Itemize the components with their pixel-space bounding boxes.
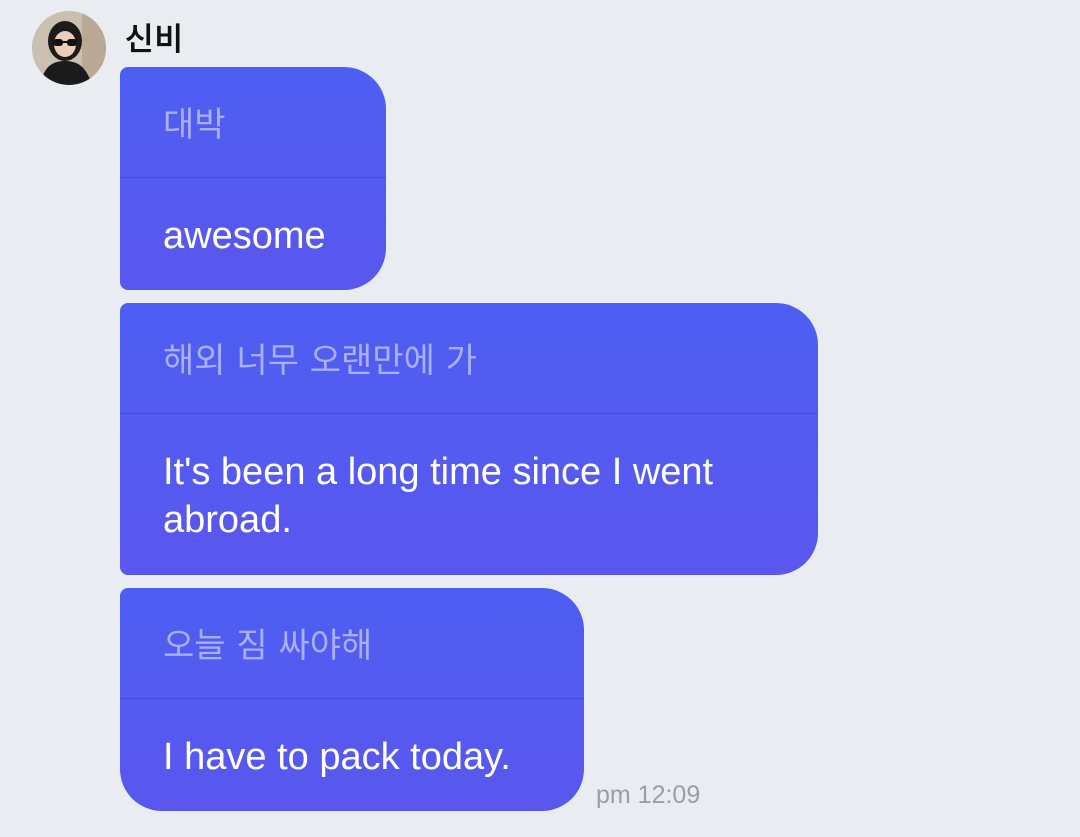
message-translation-text: It's been a long time since I went abroa… <box>163 451 714 541</box>
message-original-text: 대박 <box>120 67 386 178</box>
message-bubble[interactable]: 해외 너무 오랜만에 가 It's been a long time since… <box>120 303 818 575</box>
message-timestamp: pm 12:09 <box>596 781 701 809</box>
message-translation-text: awesome <box>163 215 326 257</box>
message-original-text: 오늘 짐 싸야해 <box>120 588 584 699</box>
profile-photo-icon <box>32 11 106 85</box>
message-original-text: 해외 너무 오랜만에 가 <box>120 303 818 414</box>
message-bubble[interactable]: 대박 awesome <box>120 67 386 290</box>
message-translation-text: I have to pack today. <box>163 736 511 778</box>
avatar[interactable] <box>32 11 106 85</box>
sender-name: 신비 <box>125 22 185 58</box>
message-bubble[interactable]: 오늘 짐 싸야해 I have to pack today. <box>120 588 584 811</box>
